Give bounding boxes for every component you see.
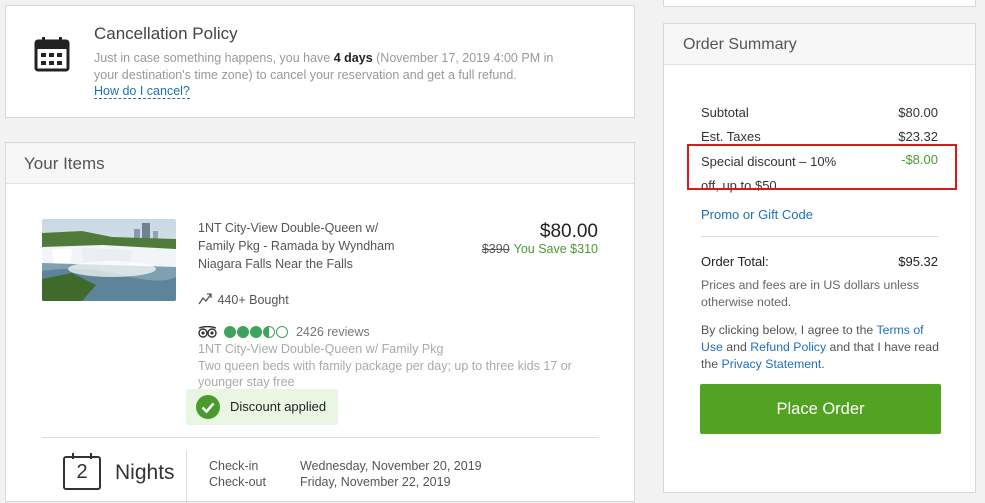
trend-up-icon <box>198 293 212 305</box>
promo-code-link[interactable]: Promo or Gift Code <box>701 207 813 222</box>
option-details: 1NT City-View Double-Queen w/ Family Pkg… <box>198 341 578 391</box>
discount-applied-badge: Discount applied <box>186 389 338 425</box>
summary-title: Order Summary <box>683 36 797 53</box>
nights-calendar-icon: 2 <box>63 453 101 490</box>
savings-line: $390 You Save $310 <box>482 242 598 256</box>
calendar-icon <box>34 37 70 72</box>
subtotal-label: Subtotal <box>701 105 749 120</box>
cancellation-days: 4 days <box>333 51 373 65</box>
bought-count: 440+ Bought <box>198 293 289 307</box>
taxes-label: Est. Taxes <box>701 129 761 144</box>
nights-label: Nights <box>115 461 175 484</box>
item-divider <box>42 437 599 438</box>
refund-policy-link[interactable]: Refund Policy <box>750 340 826 354</box>
hotel-image[interactable] <box>42 219 176 301</box>
currency-note: Prices and fees are in US dollars unless… <box>701 278 920 309</box>
order-total-value: $95.32 <box>898 254 938 269</box>
deal-title[interactable]: 1NT City-View Double-Queen w/ Family Pkg… <box>198 219 408 273</box>
you-save: You Save $310 <box>513 242 598 256</box>
items-header: Your Items <box>6 143 634 184</box>
deal-price: $80.00 <box>539 221 598 242</box>
original-price: $390 <box>481 242 510 256</box>
tripadvisor-owl-icon <box>198 326 217 338</box>
discount-applied-text: Discount applied <box>230 399 327 414</box>
privacy-statement-link[interactable]: Privacy Statement <box>722 357 822 371</box>
rating-bubble-full <box>250 326 263 338</box>
how-to-cancel-link[interactable]: How do I cancel? <box>94 84 190 99</box>
option-name: 1NT City-View Double-Queen w/ Family Pkg <box>198 342 444 356</box>
nights-count: 2 <box>76 461 88 483</box>
items-title: Your Items <box>24 154 105 173</box>
option-description: Two queen beds with family package per d… <box>198 358 572 390</box>
top-right-card <box>663 0 976 7</box>
order-summary-card: Order Summary Subtotal $80.00 Est. Taxes… <box>663 23 976 493</box>
cancellation-title: Cancellation Policy <box>94 24 238 43</box>
review-count[interactable]: 2426 reviews <box>296 325 370 339</box>
subtotal-value: $80.00 <box>898 105 938 120</box>
order-total-label: Order Total: <box>701 254 769 269</box>
agreement-text: By clicking below, I agree to the Terms … <box>701 323 939 371</box>
checkin-label: Check-in <box>209 459 259 473</box>
cancellation-policy-card: Cancellation Policy Just in case somethi… <box>5 5 635 118</box>
stay-divider <box>186 451 187 503</box>
checkout-date: Friday, November 22, 2019 <box>300 475 451 489</box>
your-items-card: Your Items 1NT City-View Double-Queen w/… <box>5 142 635 503</box>
cancellation-text: Just in case something happens, you have… <box>94 51 554 82</box>
checkin-date: Wednesday, November 20, 2019 <box>300 459 482 473</box>
rating-bubble-full <box>237 326 250 338</box>
summary-divider <box>701 236 938 237</box>
rating-bubble-empty <box>276 326 289 338</box>
place-order-button[interactable]: Place Order <box>700 384 941 434</box>
checkout-label: Check-out <box>209 475 266 489</box>
subtotal-row: Subtotal $80.00 <box>701 105 938 120</box>
taxes-row: Est. Taxes $23.32 <box>701 129 938 144</box>
rating-bubble-half <box>263 326 276 338</box>
taxes-value: $23.32 <box>898 129 938 144</box>
tripadvisor-rating: 2426 reviews <box>198 325 370 339</box>
check-circle-icon <box>196 395 220 419</box>
summary-header: Order Summary <box>664 24 975 65</box>
discount-highlight-box <box>687 144 957 190</box>
rating-bubble-full <box>224 326 237 338</box>
